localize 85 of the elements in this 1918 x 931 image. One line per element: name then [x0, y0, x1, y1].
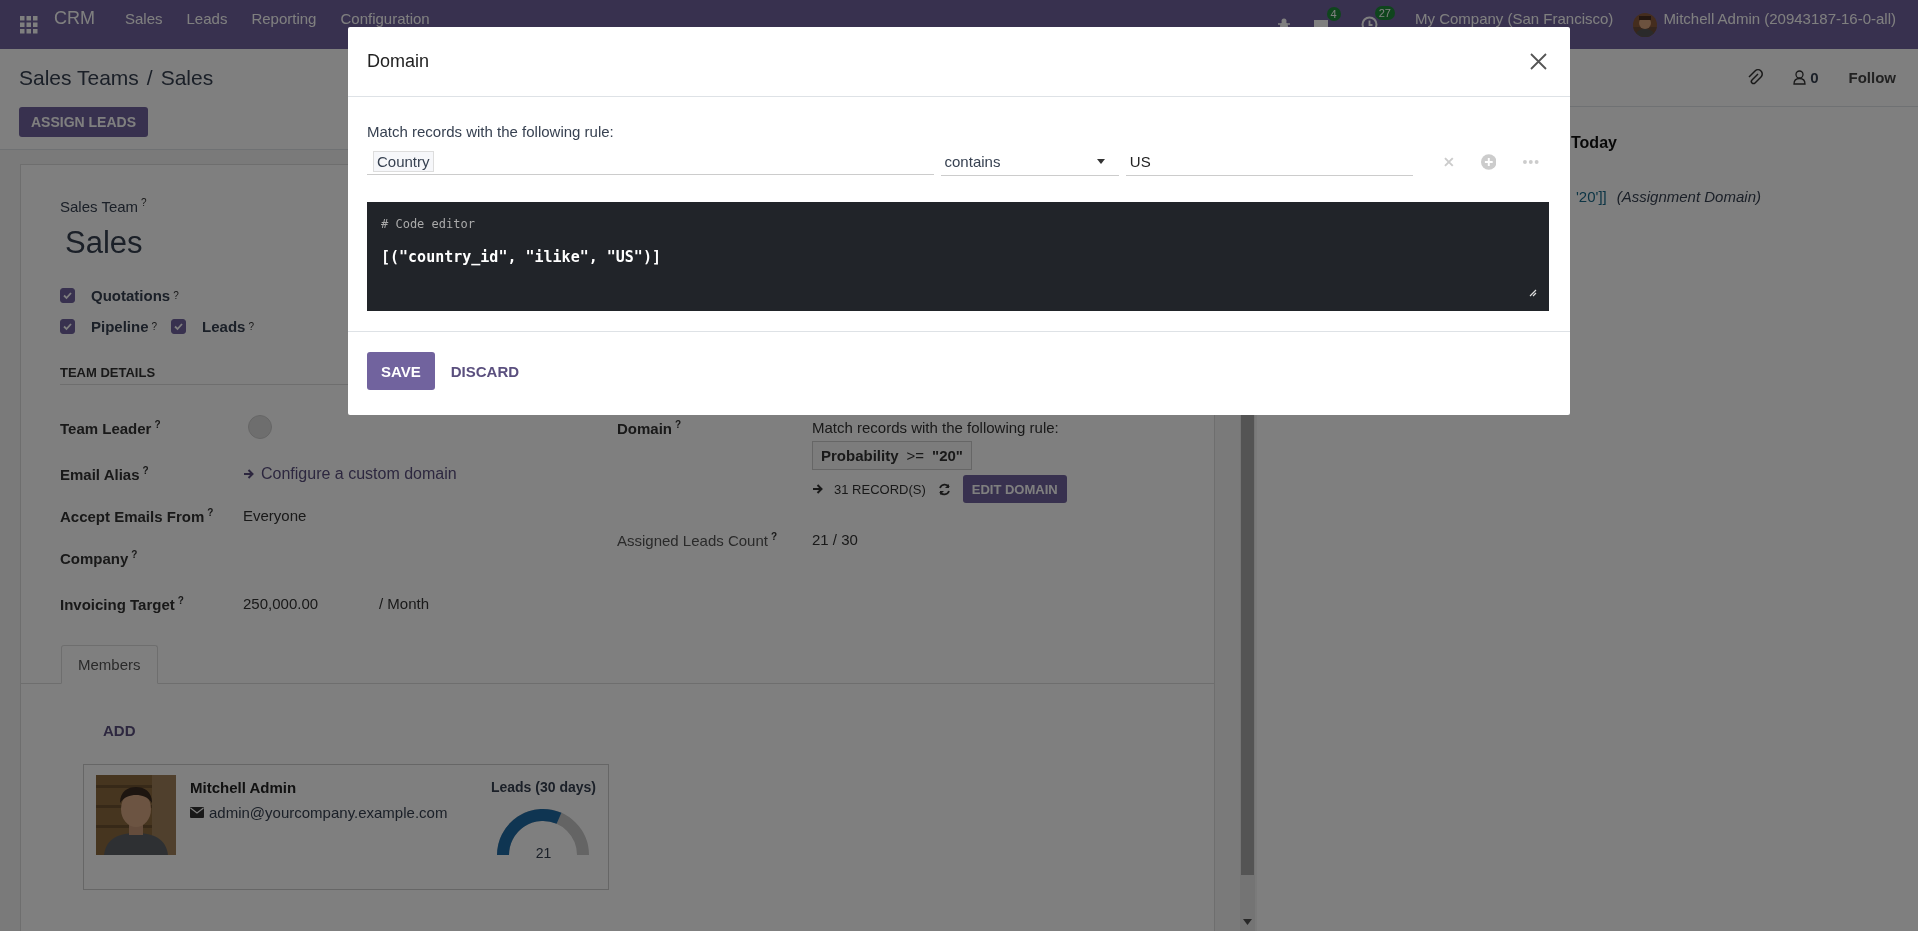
date-heading: Today	[1571, 134, 1618, 152]
user-menu[interactable]: Mitchell Admin (20943187-16-0-all)	[1663, 10, 1896, 27]
help-mark[interactable]: ?	[173, 290, 179, 301]
checkbox[interactable]	[171, 319, 187, 334]
paperclip-icon[interactable]	[1747, 68, 1764, 87]
gauge-title: Leads (30 days)	[490, 779, 596, 795]
rule-field: Probability	[821, 447, 899, 464]
rule-intro: Match records with the following rule:	[812, 419, 1059, 436]
path-field[interactable]: Country	[367, 149, 934, 175]
field-value: Everyone	[243, 507, 307, 524]
envelope-icon	[190, 807, 204, 818]
help-mark[interactable]: ?	[675, 419, 682, 430]
nav-menu-item[interactable]: Sales	[113, 10, 175, 27]
help-mark[interactable]: ?	[770, 531, 778, 542]
editor-comment: # Code editor	[381, 217, 476, 231]
edit-domain-button[interactable]: EDIT DOMAIN	[962, 475, 1067, 503]
breadcrumb-current: Sales	[160, 66, 214, 90]
domain-code: [("country_id", "ilike", "US")]	[381, 248, 662, 266]
field-label: Sales Team	[60, 198, 139, 215]
help-mark[interactable]: ?	[248, 321, 254, 332]
field-label: Team Leader	[60, 420, 152, 437]
save-button[interactable]: SAVE	[367, 352, 435, 390]
dialog-title: Domain	[367, 51, 430, 72]
checkbox[interactable]	[60, 288, 75, 303]
path-tag: Country	[373, 150, 434, 172]
activity-count-badge: 27	[1374, 6, 1395, 20]
add-member-link[interactable]: ADD	[103, 722, 136, 739]
scroll-down-icon[interactable]	[1243, 919, 1252, 925]
rule-value: "20"	[932, 447, 963, 464]
amount-value: 250,000.00	[243, 595, 320, 612]
field-value: 21 / 30	[812, 531, 858, 548]
option-label: Leads	[202, 318, 246, 335]
refresh-icon[interactable]	[937, 482, 951, 496]
discard-button[interactable]: DISCARD	[450, 362, 520, 380]
nav-menu-item[interactable]: Leads	[174, 10, 240, 27]
followers-button[interactable]: 0	[1793, 69, 1819, 86]
field-label: Invoicing Target	[60, 596, 175, 613]
breadcrumb-link[interactable]: Sales Teams	[19, 66, 139, 90]
option-label: Pipeline	[91, 318, 149, 335]
checkbox[interactable]	[60, 319, 75, 334]
tracking-field-name: (Assignment Domain)	[1616, 188, 1761, 205]
team-name: Sales	[65, 225, 143, 261]
company-switcher[interactable]: My Company (San Francisco)	[1414, 10, 1614, 27]
arrow-right-icon	[243, 468, 255, 480]
field-label: Domain	[617, 420, 672, 437]
tab[interactable]: Members	[61, 645, 158, 684]
code-editor[interactable]: # Code editor [("country_id", "ilike", "US")]	[367, 202, 1549, 311]
rule-operator: >=	[906, 447, 925, 464]
check-icon	[62, 290, 73, 301]
tracking-value: '20']]	[1575, 188, 1607, 205]
help-mark[interactable]: ?	[141, 197, 147, 208]
help-mark[interactable]: ?	[207, 507, 214, 518]
breadcrumb-separator: /	[146, 66, 153, 90]
resize-handle-icon[interactable]	[1529, 289, 1537, 297]
period-unit: / Month	[379, 595, 430, 612]
rule-intro: Match records with the following rule:	[367, 123, 615, 140]
field-label: Email Alias	[60, 466, 140, 483]
records-link[interactable]: 31 RECORD(S)	[812, 481, 926, 497]
field-label: Assigned Leads Count	[617, 532, 768, 549]
follow-button[interactable]: Follow	[1848, 69, 1896, 86]
nav-menu-item[interactable]: Reporting	[239, 10, 329, 27]
app-name[interactable]: CRM	[54, 8, 95, 29]
help-mark[interactable]: ?	[151, 321, 158, 332]
close-icon[interactable]	[1530, 53, 1547, 70]
user-icon	[1793, 70, 1807, 85]
apps-menu-icon[interactable]	[20, 15, 38, 34]
help-mark[interactable]: ?	[142, 465, 149, 476]
member-email: admin@yourcompany.example.com	[209, 804, 448, 821]
help-mark[interactable]: ?	[177, 595, 184, 606]
check-icon	[62, 321, 73, 332]
assign-leads-button[interactable]: ASSIGN LEADS	[19, 107, 148, 137]
operator-select[interactable]: contains	[940, 148, 1119, 176]
help-mark[interactable]: ?	[131, 549, 138, 560]
gauge-value: 21	[534, 845, 553, 861]
arrow-right-icon	[812, 483, 824, 495]
field-label: Company	[60, 550, 129, 567]
member-card[interactable]: Mitchell Admin admin@yourcompany.example.com Leads (30 days) 21	[83, 764, 609, 890]
nav-menu-item[interactable]: Configuration	[328, 10, 442, 27]
help-mark[interactable]: ?	[154, 419, 161, 430]
configure-domain-link[interactable]: Configure a custom domain	[243, 465, 457, 483]
field-label: Accept Emails From	[60, 508, 205, 525]
message-count-badge: 4	[1326, 6, 1341, 21]
member-name: Mitchell Admin	[190, 779, 298, 796]
option-label: Quotations	[91, 287, 171, 304]
check-icon	[173, 321, 185, 332]
